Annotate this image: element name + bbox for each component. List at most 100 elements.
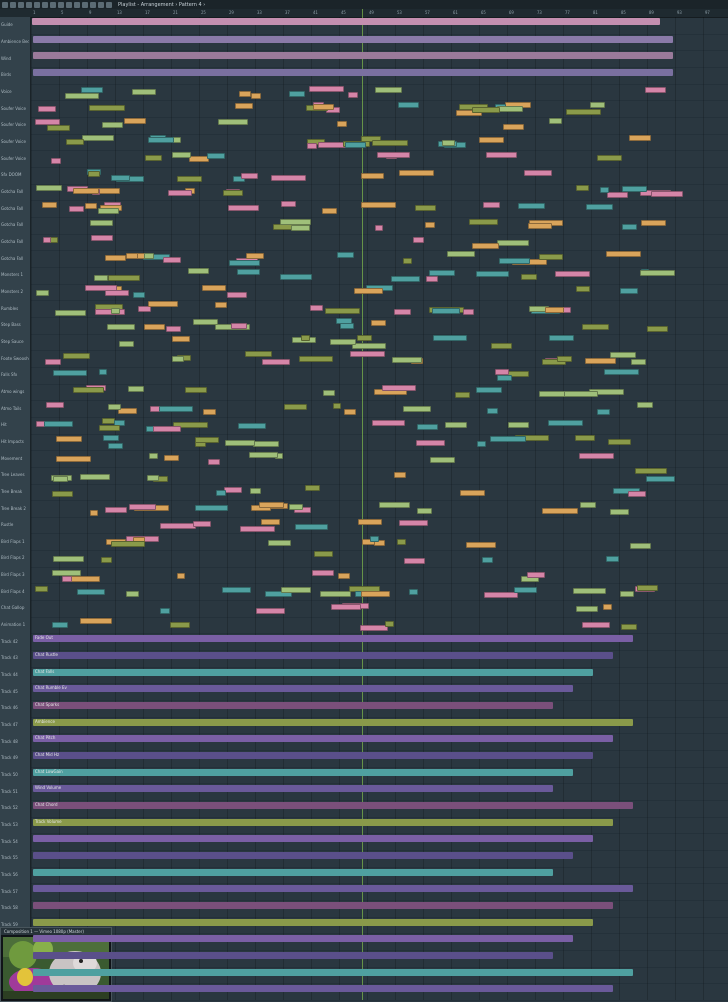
audio-clip[interactable]	[158, 406, 193, 413]
track-header[interactable]: Track 45	[1, 689, 29, 694]
audio-clip[interactable]	[146, 474, 160, 481]
audio-clip[interactable]	[43, 421, 74, 428]
ambience-clip[interactable]	[33, 68, 673, 76]
audio-clip[interactable]	[361, 202, 396, 209]
audio-clip[interactable]	[548, 420, 584, 427]
audio-clip[interactable]	[331, 604, 361, 611]
automation-clip[interactable]: Chat LowGain	[33, 768, 573, 776]
audio-clip[interactable]	[607, 192, 628, 199]
audio-clip[interactable]	[221, 587, 251, 594]
audio-clip[interactable]	[513, 587, 538, 594]
audio-clip[interactable]	[640, 220, 667, 227]
audio-clip[interactable]	[604, 368, 639, 375]
audio-clip[interactable]	[229, 259, 261, 266]
audio-clip[interactable]	[432, 335, 468, 342]
audio-clip[interactable]	[408, 589, 418, 596]
audio-clip[interactable]	[360, 625, 389, 632]
audio-clip[interactable]	[288, 91, 305, 98]
audio-clip[interactable]	[54, 309, 87, 316]
audio-clip[interactable]	[110, 175, 130, 182]
audio-clip[interactable]	[111, 308, 120, 315]
audio-clip[interactable]	[602, 604, 612, 611]
track-header[interactable]: Rustle	[1, 522, 29, 527]
audio-clip[interactable]	[34, 118, 61, 125]
audio-clip[interactable]	[73, 187, 99, 194]
audio-clip[interactable]	[184, 386, 207, 393]
audio-clip[interactable]	[34, 585, 48, 592]
audio-clip[interactable]	[252, 440, 279, 447]
audio-clip[interactable]	[245, 253, 265, 260]
audio-clip[interactable]	[163, 257, 182, 264]
audio-clip[interactable]	[309, 86, 345, 93]
track-header[interactable]: Monsters 1	[1, 272, 29, 277]
audio-clip[interactable]	[194, 437, 219, 444]
audio-clip[interactable]	[412, 236, 425, 243]
track-header[interactable]: Track 53	[1, 822, 29, 827]
audio-clip[interactable]	[176, 175, 203, 182]
audio-clip[interactable]	[290, 224, 310, 231]
audio-clip[interactable]	[258, 501, 285, 508]
track-header[interactable]: Track 43	[1, 655, 29, 660]
audio-clip[interactable]	[607, 439, 631, 446]
audio-clip[interactable]	[426, 275, 439, 282]
audio-clip[interactable]	[268, 539, 291, 546]
audio-clip[interactable]	[462, 308, 475, 315]
track-lane[interactable]	[31, 467, 728, 485]
audio-clip[interactable]	[554, 271, 590, 278]
track-header[interactable]: Animation 1	[1, 622, 29, 627]
audio-clip[interactable]	[159, 608, 171, 615]
audio-clip[interactable]	[80, 473, 110, 480]
audio-clip[interactable]	[106, 323, 135, 330]
audio-clip[interactable]	[279, 274, 313, 281]
audio-clip[interactable]	[379, 502, 410, 509]
audio-clip[interactable]	[240, 172, 259, 179]
audio-clip[interactable]	[566, 109, 602, 116]
audio-clip[interactable]	[226, 292, 247, 299]
audio-clip[interactable]	[320, 591, 352, 598]
audio-clip[interactable]	[244, 351, 273, 358]
audio-clip[interactable]	[70, 576, 100, 583]
audio-clip[interactable]	[193, 319, 219, 326]
track-header[interactable]: Bird Flaps 1	[1, 539, 29, 544]
track-lane[interactable]	[31, 567, 728, 585]
audio-clip[interactable]	[622, 224, 637, 231]
pencil-icon[interactable]	[42, 1, 48, 8]
audio-clip[interactable]	[347, 92, 359, 99]
audio-clip[interactable]	[124, 118, 147, 125]
audio-clip[interactable]	[52, 555, 84, 562]
ambience-clip[interactable]	[33, 52, 673, 60]
audio-clip[interactable]	[596, 154, 622, 161]
audio-clip[interactable]	[574, 434, 595, 441]
track-header[interactable]: Voice	[1, 89, 29, 94]
audio-clip[interactable]	[402, 258, 413, 265]
audio-clip[interactable]	[345, 142, 366, 149]
audio-clip[interactable]	[344, 408, 357, 415]
audio-clip[interactable]	[238, 91, 252, 98]
audio-clip[interactable]	[496, 240, 530, 247]
audio-clip[interactable]	[45, 358, 61, 365]
audio-clip[interactable]	[98, 207, 119, 214]
audio-clip[interactable]	[585, 357, 616, 364]
audio-clip[interactable]	[206, 153, 225, 160]
audio-clip[interactable]	[193, 521, 211, 528]
automation-clip[interactable]	[33, 885, 633, 893]
automation-clip[interactable]	[33, 868, 553, 876]
playback-icon[interactable]	[106, 1, 112, 8]
audio-clip[interactable]	[102, 435, 120, 442]
track-header[interactable]: Track 57	[1, 889, 29, 894]
audio-clip[interactable]	[167, 190, 192, 197]
audio-clip[interactable]	[105, 255, 127, 262]
track-header[interactable]: Step Bass	[1, 322, 29, 327]
audio-clip[interactable]	[127, 386, 144, 393]
audio-clip[interactable]	[544, 306, 565, 313]
audio-clip[interactable]	[239, 525, 276, 532]
audio-clip[interactable]	[360, 173, 384, 180]
audio-clip[interactable]	[398, 520, 429, 527]
track-header[interactable]: Chat Gallop	[1, 605, 29, 610]
audio-clip[interactable]	[358, 518, 383, 525]
track-header[interactable]: Atmo Tails	[1, 406, 29, 411]
track-header[interactable]: Tree Break	[1, 489, 29, 494]
audio-clip[interactable]	[635, 467, 667, 474]
track-header[interactable]: Wind	[1, 56, 29, 61]
audio-clip[interactable]	[610, 509, 629, 516]
